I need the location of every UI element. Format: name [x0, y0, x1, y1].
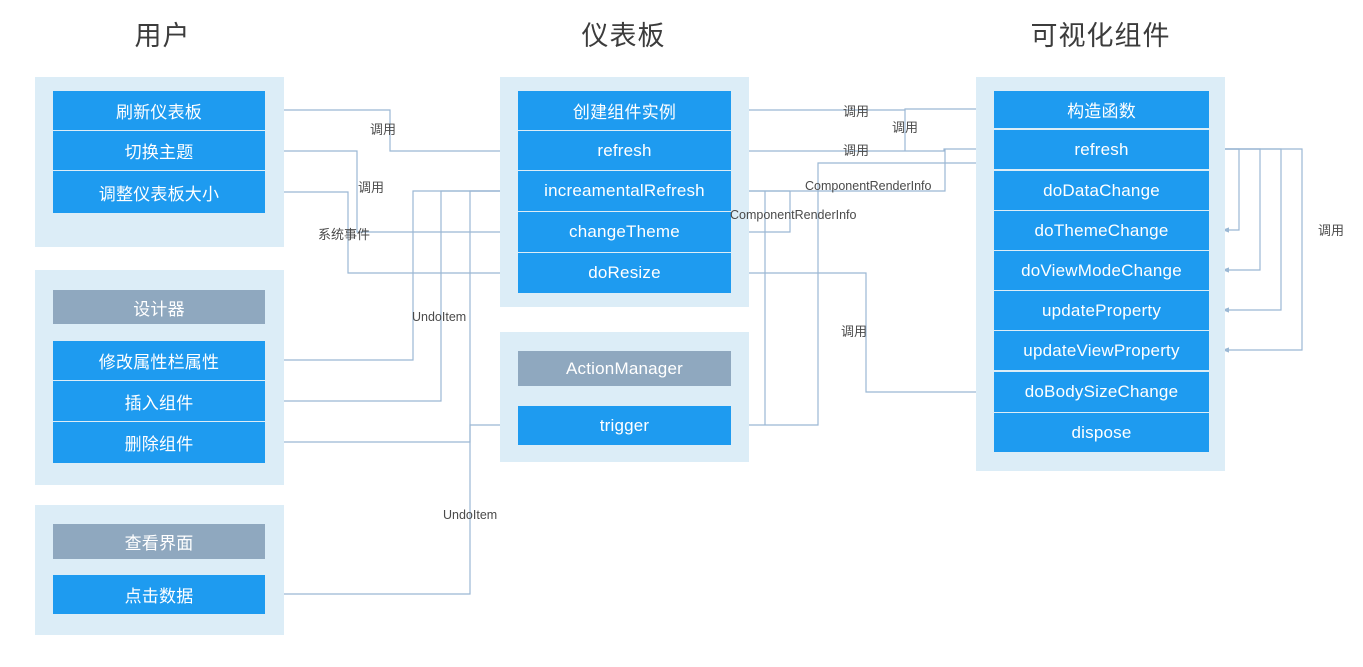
edge-label-call-3: 调用: [843, 104, 870, 119]
node-delete-component[interactable]: 删除组件: [53, 422, 265, 463]
edge-label-system-event: 系统事件: [318, 227, 371, 242]
edge-label-call-5: 调用: [843, 143, 870, 158]
node-insert-component[interactable]: 插入组件: [53, 381, 265, 421]
node-create-instance[interactable]: 创建组件实例: [518, 91, 731, 130]
edge-label-undo-item-2: UndoItem: [443, 508, 498, 522]
node-trigger[interactable]: trigger: [518, 406, 731, 445]
node-dashboard-refresh[interactable]: refresh: [518, 131, 731, 170]
node-action-manager-header: ActionManager: [518, 351, 731, 386]
edge-label-call-7: 调用: [1318, 223, 1345, 238]
column-title-component: 可视化组件: [1030, 21, 1171, 51]
node-constructor[interactable]: 构造函数: [994, 91, 1209, 128]
node-update-property[interactable]: updateProperty: [994, 291, 1209, 330]
node-do-theme-change[interactable]: doThemeChange: [994, 211, 1209, 250]
node-do-view-mode-change[interactable]: doViewModeChange: [994, 251, 1209, 290]
edge-label-call-2: 调用: [358, 180, 385, 195]
node-do-resize[interactable]: doResize: [518, 253, 731, 293]
node-change-theme[interactable]: changeTheme: [518, 212, 731, 252]
node-click-data[interactable]: 点击数据: [53, 575, 265, 614]
edge-label-component-render-info-2: ComponentRenderInfo: [730, 208, 857, 222]
node-designer-header: 设计器: [53, 290, 265, 324]
node-component-refresh[interactable]: refresh: [994, 130, 1209, 169]
node-do-data-change[interactable]: doDataChange: [994, 171, 1209, 210]
node-refresh-dashboard[interactable]: 刷新仪表板: [53, 91, 265, 130]
edge-label-call-4: 调用: [892, 120, 919, 135]
edge-label-component-render-info-1: ComponentRenderInfo: [805, 179, 932, 193]
column-title-dashboard: 仪表板: [581, 21, 666, 51]
node-modify-property[interactable]: 修改属性栏属性: [53, 341, 265, 380]
node-increamental-refresh[interactable]: increamentalRefresh: [518, 171, 731, 211]
node-do-body-size-change[interactable]: doBodySizeChange: [994, 372, 1209, 412]
node-switch-theme[interactable]: 切换主题: [53, 131, 265, 170]
edge-label-call-6: 调用: [841, 324, 868, 339]
node-update-view-property[interactable]: updateViewProperty: [994, 331, 1209, 370]
column-title-user: 用户: [134, 21, 191, 51]
flow-diagram: 用户 仪表板 可视化组件 刷新仪表板 切换主题 调整仪表板大小 设计器 修改属性…: [0, 0, 1363, 667]
node-view-ui-header: 查看界面: [53, 524, 265, 559]
edge-label-undo-item-1: UndoItem: [412, 310, 467, 324]
node-resize-dashboard[interactable]: 调整仪表板大小: [53, 171, 265, 213]
edge-label-call-1: 调用: [370, 122, 397, 137]
node-dispose[interactable]: dispose: [994, 413, 1209, 452]
